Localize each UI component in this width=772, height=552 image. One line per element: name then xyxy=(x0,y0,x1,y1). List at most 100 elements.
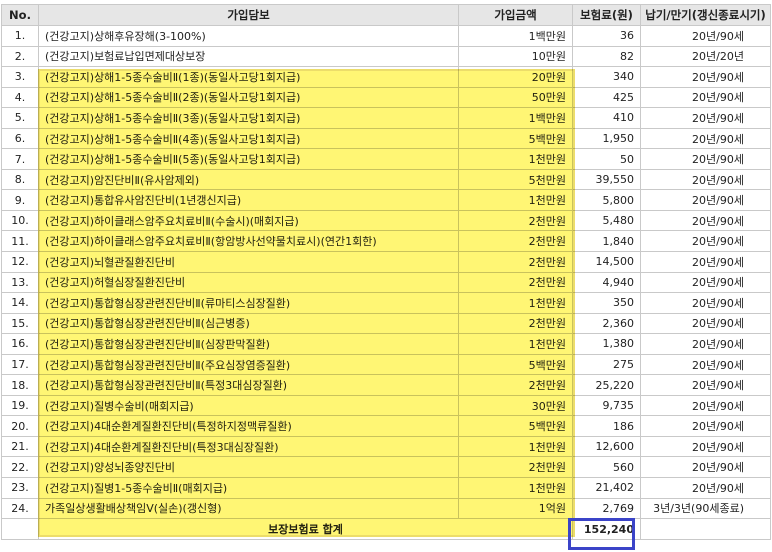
total-label: 보장보험료 합계 xyxy=(38,518,573,541)
payment-term: 20년/90세 xyxy=(640,312,771,335)
payment-term: 20년/90세 xyxy=(640,477,771,499)
row-number: 8. xyxy=(1,168,39,191)
table-row: 20. (건강고지)4대순환계질환진단비(특정하지정맥류질환) 5백만원 186 20년… xyxy=(1,415,771,437)
payment-term: 20년/90세 xyxy=(640,148,771,170)
total-value: 152,240 xyxy=(572,518,641,541)
payment-term: 20년/90세 xyxy=(640,292,771,314)
table-row: 22. (건강고지)양성뇌종양진단비 2천만원 560 20년/90세 xyxy=(1,456,771,479)
header-premium: 보험료(원) xyxy=(572,4,641,26)
payment-term: 20년/20년 xyxy=(640,45,771,68)
premium-value: 21,402 xyxy=(572,477,641,499)
row-number: 4. xyxy=(1,86,39,109)
payment-term: 20년/90세 xyxy=(640,230,771,253)
premium-value: 1,950 xyxy=(572,127,641,150)
coverage-name: (건강고지)암진단비Ⅱ(유사암제외) xyxy=(38,168,459,191)
coverage-amount: 1천만원 xyxy=(458,292,573,314)
coverage-amount: 5백만원 xyxy=(458,127,573,150)
coverage-name: (건강고지)상해1-5종수술비Ⅱ(5종)(동일사고당1회지급) xyxy=(38,148,459,170)
coverage-name: (건강고지)상해후유장해(3-100%) xyxy=(38,25,459,47)
coverage-name: (건강고지)상해1-5종수술비Ⅱ(3종)(동일사고당1회지급) xyxy=(38,107,459,129)
premium-value: 5,480 xyxy=(572,209,641,232)
premium-value: 275 xyxy=(572,353,641,376)
header-row: No. 가입담보 가입금액 보험료(원) 납기/만기(갱신종료시기) xyxy=(1,4,771,26)
payment-term: 20년/90세 xyxy=(640,127,771,150)
payment-term: 20년/90세 xyxy=(640,66,771,88)
premium-value: 36 xyxy=(572,25,641,47)
payment-term: 20년/90세 xyxy=(640,107,771,129)
coverage-table: No. 가입담보 가입금액 보험료(원) 납기/만기(갱신종료시기) 1. (건강… xyxy=(1,4,771,541)
total-row: 보장보험료 합계 152,240 xyxy=(1,518,771,541)
table-row: 6. (건강고지)상해1-5종수술비Ⅱ(4종)(동일사고당1회지급) 5백만원 1,9… xyxy=(1,127,771,150)
coverage-amount: 50만원 xyxy=(458,86,573,109)
coverage-name: 가족일상생활배상책임Ⅴ(실손)(갱신형) xyxy=(38,497,459,520)
coverage-name: (건강고지)통합형심장관련진단비Ⅱ(류마티스심장질환) xyxy=(38,292,459,314)
coverage-amount: 1천만원 xyxy=(458,189,573,211)
table-row: 2. (건강고지)보험료납입면제대상보장 10만원 82 20년/20년 xyxy=(1,45,771,68)
row-number: 23. xyxy=(1,477,39,499)
total-spacer xyxy=(1,518,39,541)
coverage-amount: 1천만원 xyxy=(458,477,573,499)
table-row: 13. (건강고지)허혈심장질환진단비 2천만원 4,940 20년/90세 xyxy=(1,271,771,294)
table-row: 23. (건강고지)질병1-5종수술비Ⅱ(매회지급) 1천만원 21,402 20년/9… xyxy=(1,477,771,499)
table-row: 15. (건강고지)통합형심장관련진단비Ⅱ(심근병증) 2천만원 2,360 20년/9… xyxy=(1,312,771,335)
row-number: 1. xyxy=(1,25,39,47)
payment-term: 20년/90세 xyxy=(640,209,771,232)
table-row: 9. (건강고지)통합유사암진단비(1년갱신지급) 1천만원 5,800 20년/90세 xyxy=(1,189,771,211)
table-row: 11. (건강고지)하이클래스암주요치료비Ⅱ(항암방사선약물치료시)(연간1회한)… xyxy=(1,230,771,253)
payment-term: 20년/90세 xyxy=(640,415,771,437)
table-row: 7. (건강고지)상해1-5종수술비Ⅱ(5종)(동일사고당1회지급) 1천만원 50 2… xyxy=(1,148,771,170)
row-number: 5. xyxy=(1,107,39,129)
premium-value: 50 xyxy=(572,148,641,170)
coverage-amount: 2천만원 xyxy=(458,209,573,232)
row-number: 6. xyxy=(1,127,39,150)
table-row: 17. (건강고지)통합형심장관련진단비Ⅱ(주요심장염증질환) 5백만원 275 20년… xyxy=(1,353,771,376)
row-number: 16. xyxy=(1,333,39,355)
coverage-amount: 2천만원 xyxy=(458,312,573,335)
table-row: 8. (건강고지)암진단비Ⅱ(유사암제외) 5천만원 39,550 20년/90세 xyxy=(1,168,771,191)
header-coverage: 가입담보 xyxy=(38,4,459,26)
payment-term: 20년/90세 xyxy=(640,374,771,396)
coverage-amount: 1천만원 xyxy=(458,333,573,355)
coverage-amount: 5천만원 xyxy=(458,168,573,191)
coverage-name: (건강고지)4대순환계질환진단비(특정3대심장질환) xyxy=(38,435,459,458)
premium-value: 560 xyxy=(572,456,641,479)
row-number: 18. xyxy=(1,374,39,396)
table-row: 21. (건강고지)4대순환계질환진단비(특정3대심장질환) 1천만원 12,600 2… xyxy=(1,435,771,458)
row-number: 9. xyxy=(1,189,39,211)
table-row: 1. (건강고지)상해후유장해(3-100%) 1백만원 36 20년/90세 xyxy=(1,25,771,47)
table-row: 16. (건강고지)통합형심장관련진단비Ⅱ(심장판막질환) 1천만원 1,380 20년… xyxy=(1,333,771,355)
coverage-amount: 2천만원 xyxy=(458,271,573,294)
coverage-amount: 5백만원 xyxy=(458,353,573,376)
row-number: 12. xyxy=(1,251,39,273)
coverage-name: (건강고지)통합유사암진단비(1년갱신지급) xyxy=(38,189,459,211)
coverage-amount: 1백만원 xyxy=(458,107,573,129)
payment-term: 20년/90세 xyxy=(640,25,771,47)
coverage-name: (건강고지)상해1-5종수술비Ⅱ(4종)(동일사고당1회지급) xyxy=(38,127,459,150)
table-body: 1. (건강고지)상해후유장해(3-100%) 1백만원 36 20년/90세 2. (건강… xyxy=(1,25,771,520)
coverage-amount: 5백만원 xyxy=(458,415,573,437)
premium-value: 350 xyxy=(572,292,641,314)
coverage-amount: 2천만원 xyxy=(458,230,573,253)
coverage-name: (건강고지)뇌혈관질환진단비 xyxy=(38,251,459,273)
coverage-amount: 10만원 xyxy=(458,45,573,68)
premium-value: 25,220 xyxy=(572,374,641,396)
coverage-amount: 2천만원 xyxy=(458,456,573,479)
coverage-amount: 1천만원 xyxy=(458,148,573,170)
premium-value: 1,380 xyxy=(572,333,641,355)
coverage-name: (건강고지)보험료납입면제대상보장 xyxy=(38,45,459,68)
payment-term: 20년/90세 xyxy=(640,271,771,294)
payment-term: 20년/90세 xyxy=(640,394,771,417)
row-number: 10. xyxy=(1,209,39,232)
row-number: 22. xyxy=(1,456,39,479)
coverage-amount: 2천만원 xyxy=(458,251,573,273)
coverage-amount: 30만원 xyxy=(458,394,573,417)
coverage-amount: 20만원 xyxy=(458,66,573,88)
row-number: 20. xyxy=(1,415,39,437)
premium-value: 39,550 xyxy=(572,168,641,191)
coverage-name: (건강고지)4대순환계질환진단비(특정하지정맥류질환) xyxy=(38,415,459,437)
coverage-name: (건강고지)상해1-5종수술비Ⅱ(1종)(동일사고당1회지급) xyxy=(38,66,459,88)
table-row: 18. (건강고지)통합형심장관련진단비Ⅱ(특정3대심장질환) 2천만원 25,220… xyxy=(1,374,771,396)
premium-value: 14,500 xyxy=(572,251,641,273)
payment-term: 20년/90세 xyxy=(640,353,771,376)
table-row: 3. (건강고지)상해1-5종수술비Ⅱ(1종)(동일사고당1회지급) 20만원 340… xyxy=(1,66,771,88)
